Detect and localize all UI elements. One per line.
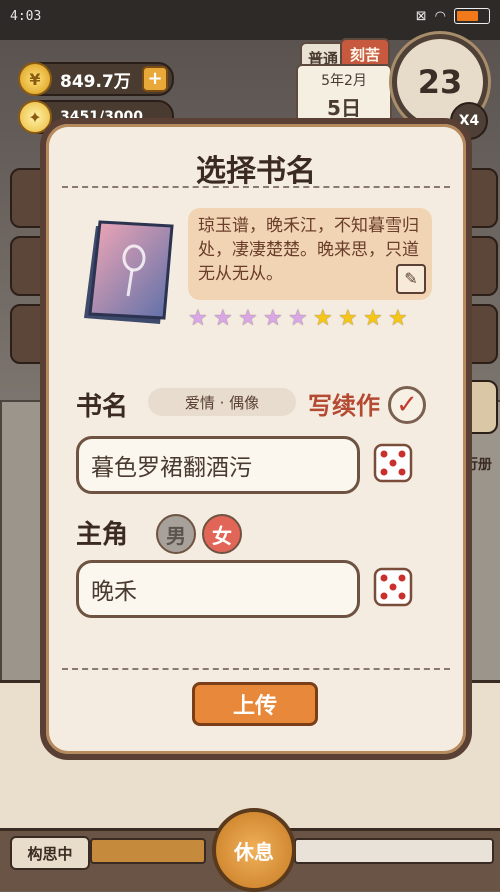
upload-button[interactable]: 上传 (192, 682, 318, 726)
thinking-status: 构思中 (10, 836, 90, 870)
thinking-progress-bar (90, 838, 206, 864)
battery-icon (454, 8, 490, 24)
book-name-input[interactable]: 暮色罗裙翻酒污 (76, 436, 360, 494)
protagonist-label: 主角 (76, 520, 129, 550)
add-money-button[interactable]: + (142, 66, 168, 92)
bottom-divider (62, 668, 450, 670)
calendar-day: 5日 (327, 96, 361, 120)
random-name-dice-icon[interactable] (372, 442, 414, 484)
writing-progress-bar (294, 838, 494, 864)
star-icon: ★ (388, 306, 408, 331)
rest-button[interactable]: 休息 (212, 808, 296, 892)
wifi-icon: ◠ (434, 8, 446, 24)
star-icon: ★ (263, 306, 283, 331)
star-icon: ★ (213, 306, 233, 331)
rating-stars: ★ ★ ★ ★ ★ ★ ★ ★ ★ (188, 308, 410, 330)
checkmark-icon: ✓ (396, 390, 418, 420)
star-icon: ★ (338, 306, 358, 331)
star-icon: ★ (188, 306, 208, 331)
status-bar: 4:03 ⊠ ◠ (0, 0, 500, 34)
money-value: 849.7万 (60, 71, 131, 92)
random-protagonist-dice-icon[interactable] (372, 566, 414, 608)
star-icon: ★ (238, 306, 258, 331)
sequel-label: 写续作 (308, 392, 380, 420)
status-icons: ⊠ ◠ (416, 8, 490, 24)
gender-female-button[interactable]: 女 (202, 514, 242, 554)
battery-fill (457, 11, 478, 21)
status-time: 4:03 (10, 9, 42, 24)
top-divider (62, 186, 450, 188)
star-icon: ★ (288, 306, 308, 331)
star-icon: ★ (363, 306, 383, 331)
book-cover-icon (84, 220, 174, 324)
description-text: 琼玉谱，晚禾江，不知暮雪归处，凄凄楚楚。晚来思，只道无从无从。 (198, 216, 419, 284)
edit-description-icon[interactable]: ✎ (396, 264, 426, 294)
sequel-checkbox[interactable]: ✓ (388, 386, 426, 424)
genre-badge: 爱情 · 偶像 (148, 388, 296, 416)
calendar: 5年2月 5日 (296, 64, 392, 124)
protagonist-input[interactable]: 晚禾 (76, 560, 360, 618)
book-description: 琼玉谱，晚禾江，不知暮雪归处，凄凄楚楚。晚来思，只道无从无从。 ✎ (188, 208, 432, 300)
choose-title-dialog: 选择书名 琼玉谱，晚禾江，不知暮雪归处，凄凄楚楚。晚来思，只道无从无从。 ✎ ★… (40, 118, 472, 760)
dialog-title: 选择书名 (196, 154, 316, 189)
coin-icon: ¥ (18, 62, 52, 96)
money-counter: ¥ 849.7万 + (18, 62, 174, 96)
book-name-label: 书名 (76, 392, 129, 422)
star-icon: ★ (313, 306, 333, 331)
calendar-month: 5年2月 (321, 73, 367, 89)
gender-male-button[interactable]: 男 (156, 514, 196, 554)
close-notification-icon: ⊠ (415, 8, 427, 24)
